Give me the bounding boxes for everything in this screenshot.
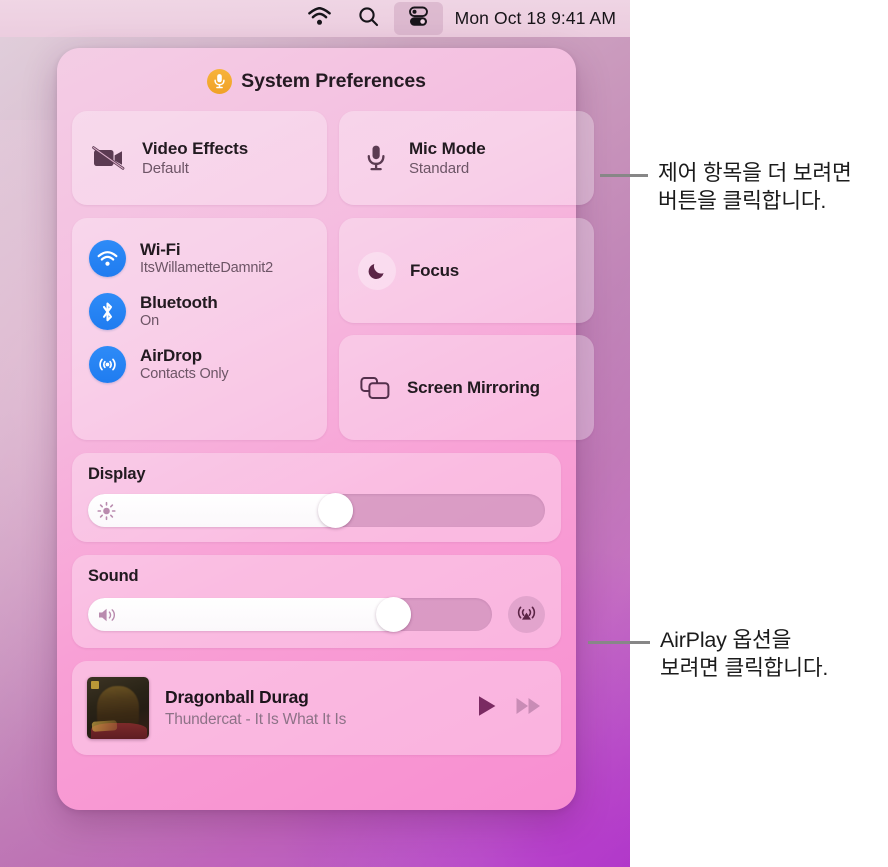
track-artist-album: Thundercat - It Is What It Is bbox=[165, 711, 347, 728]
focus-tile[interactable]: Focus bbox=[339, 218, 594, 323]
sound-slider-fill bbox=[88, 598, 412, 631]
airdrop-icon bbox=[89, 346, 126, 383]
wifi-text: Wi-Fi ItsWillametteDamnit2 bbox=[140, 240, 273, 277]
speaker-icon bbox=[97, 606, 119, 623]
mic-mode-subtitle: Standard bbox=[409, 160, 470, 177]
menu-bar-wifi-button[interactable] bbox=[294, 0, 345, 37]
play-icon bbox=[476, 694, 498, 723]
airdrop-status: Contacts Only bbox=[140, 365, 229, 382]
search-icon bbox=[358, 6, 379, 32]
moon-icon bbox=[358, 251, 396, 290]
focus-title: Focus bbox=[410, 260, 460, 280]
screen-mirroring-title: Screen Mirroring bbox=[407, 377, 540, 397]
airdrop-text: AirDrop Contacts Only bbox=[140, 346, 229, 383]
album-artwork bbox=[87, 677, 149, 739]
mic-mode-tile[interactable]: Mic Mode Standard bbox=[339, 111, 594, 205]
screenshot-root: Mon Oct 18 9:41 AM System Preferences Vi… bbox=[0, 0, 888, 867]
microphone-icon bbox=[207, 68, 233, 94]
now-playing-tile[interactable]: Dragonball Durag Thundercat - It Is What… bbox=[72, 661, 561, 755]
callout-more-controls-text: 제어 항목을 더 보려면 버튼을 클릭합니다. bbox=[658, 161, 852, 213]
fast-forward-icon bbox=[515, 695, 543, 722]
control-center-icon bbox=[407, 5, 430, 33]
connectivity-row: Wi-Fi ItsWillametteDamnit2 Bluetooth On bbox=[72, 218, 594, 440]
mic-mode-title: Mic Mode bbox=[409, 139, 486, 158]
sound-slider-knob[interactable] bbox=[376, 597, 412, 632]
airplay-audio-icon bbox=[515, 601, 538, 629]
screen-mirroring-icon bbox=[360, 375, 390, 401]
display-slider-fill bbox=[88, 494, 354, 527]
mic-mode-text: Mic Mode Standard bbox=[409, 139, 486, 177]
playback-controls bbox=[476, 694, 543, 723]
callout-leader-line bbox=[600, 174, 648, 177]
wifi-icon bbox=[89, 240, 126, 277]
menu-bar-control-center-button[interactable] bbox=[393, 2, 443, 35]
bluetooth-icon bbox=[89, 293, 126, 330]
sound-slider-row bbox=[88, 596, 545, 633]
callout-more-controls: 제어 항목을 더 보려면 버튼을 클릭합니다. bbox=[600, 160, 852, 216]
microphone-icon bbox=[359, 144, 393, 172]
control-center-panel: System Preferences Video Effects Default bbox=[57, 48, 594, 810]
play-button[interactable] bbox=[476, 694, 498, 723]
video-effects-title: Video Effects bbox=[142, 139, 249, 158]
sound-label: Sound bbox=[88, 567, 139, 585]
focus-mirroring-column: Focus Screen Mirroring bbox=[339, 218, 594, 440]
airplay-audio-button[interactable] bbox=[508, 596, 545, 633]
sidebar-item-airdrop[interactable]: AirDrop Contacts Only bbox=[72, 338, 327, 391]
now-playing-text: Dragonball Durag Thundercat - It Is What… bbox=[165, 687, 460, 729]
sound-volume-slider[interactable] bbox=[88, 597, 492, 632]
page-title: System Preferences bbox=[241, 69, 426, 92]
wifi-icon bbox=[307, 6, 332, 31]
menu-bar: Mon Oct 18 9:41 AM bbox=[0, 0, 630, 37]
video-effects-subtitle: Default bbox=[142, 160, 189, 177]
video-effects-text: Video Effects Default bbox=[142, 139, 248, 177]
video-mic-row: Video Effects Default Mic Mode Standard bbox=[72, 111, 594, 205]
connectivity-tile: Wi-Fi ItsWillametteDamnit2 Bluetooth On bbox=[72, 218, 327, 440]
album-artwork-logo bbox=[91, 680, 100, 689]
video-camera-slash-icon bbox=[92, 145, 126, 171]
wifi-title: Wi-Fi bbox=[140, 240, 181, 260]
fast-forward-button[interactable] bbox=[515, 695, 543, 722]
display-slider-row bbox=[88, 493, 545, 528]
display-brightness-slider[interactable] bbox=[88, 493, 545, 528]
bluetooth-title: Bluetooth bbox=[140, 293, 218, 313]
sound-tile: Sound bbox=[72, 555, 561, 648]
album-artwork-script bbox=[91, 720, 118, 732]
menu-bar-clock[interactable]: Mon Oct 18 9:41 AM bbox=[445, 8, 616, 29]
bluetooth-text: Bluetooth On bbox=[140, 293, 218, 330]
sidebar-item-bluetooth[interactable]: Bluetooth On bbox=[72, 285, 327, 338]
callout-airplay-options-text: AirPlay 옵션을 보려면 클릭합니다. bbox=[660, 628, 829, 680]
callout-airplay-options: AirPlay 옵션을 보려면 클릭합니다. bbox=[588, 627, 828, 683]
display-label: Display bbox=[88, 465, 146, 483]
sidebar-item-wifi[interactable]: Wi-Fi ItsWillametteDamnit2 bbox=[72, 232, 327, 285]
bluetooth-status: On bbox=[140, 312, 159, 329]
display-tile: Display bbox=[72, 453, 561, 542]
menu-bar-spotlight-button[interactable] bbox=[345, 0, 392, 37]
airdrop-title: AirDrop bbox=[140, 346, 202, 366]
callout-leader-line bbox=[588, 641, 650, 644]
brightness-icon bbox=[97, 501, 116, 520]
display-slider-knob[interactable] bbox=[318, 493, 354, 528]
screen-mirroring-tile[interactable]: Screen Mirroring bbox=[339, 335, 594, 440]
track-title: Dragonball Durag bbox=[165, 687, 309, 707]
control-center-header: System Preferences bbox=[72, 66, 561, 96]
wifi-network-name: ItsWillametteDamnit2 bbox=[140, 259, 273, 276]
video-effects-tile[interactable]: Video Effects Default bbox=[72, 111, 327, 205]
